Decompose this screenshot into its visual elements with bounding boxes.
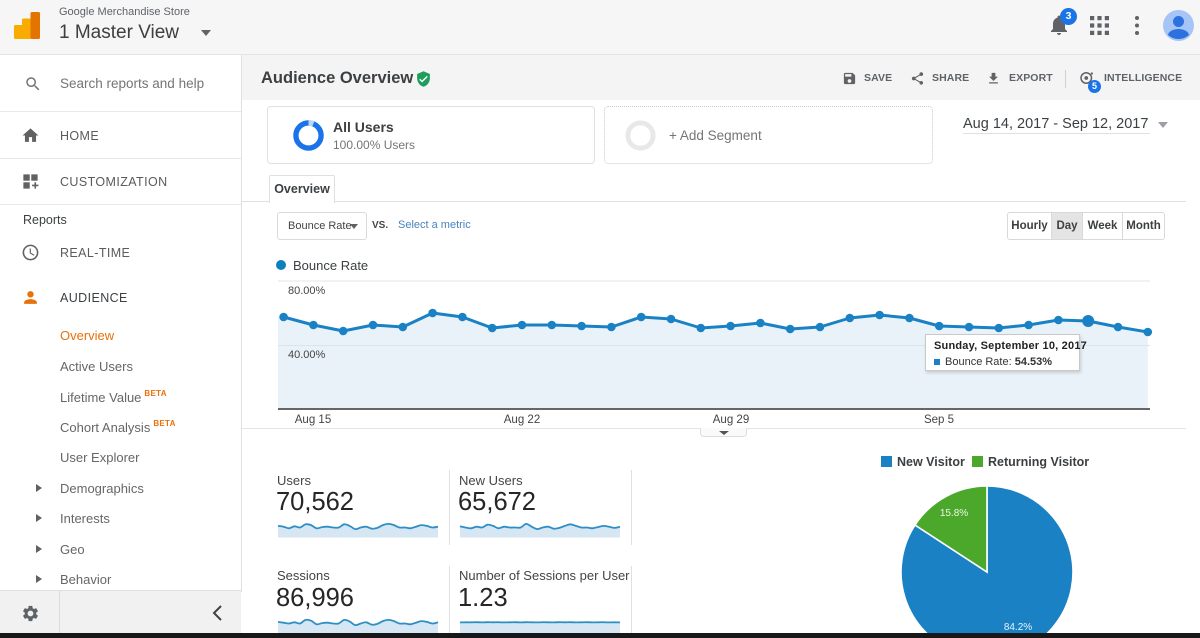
svg-text:Aug 22: Aug 22 xyxy=(504,414,540,426)
svg-text:84.2%: 84.2% xyxy=(1004,622,1032,633)
svg-text:40.00%: 40.00% xyxy=(288,349,326,361)
svg-text:Aug 29: Aug 29 xyxy=(713,414,749,426)
svg-text:80.00%: 80.00% xyxy=(288,285,326,297)
svg-text:15.8%: 15.8% xyxy=(940,508,968,519)
svg-text:Sep 5: Sep 5 xyxy=(924,414,954,426)
svg-text:Aug 15: Aug 15 xyxy=(295,414,331,426)
